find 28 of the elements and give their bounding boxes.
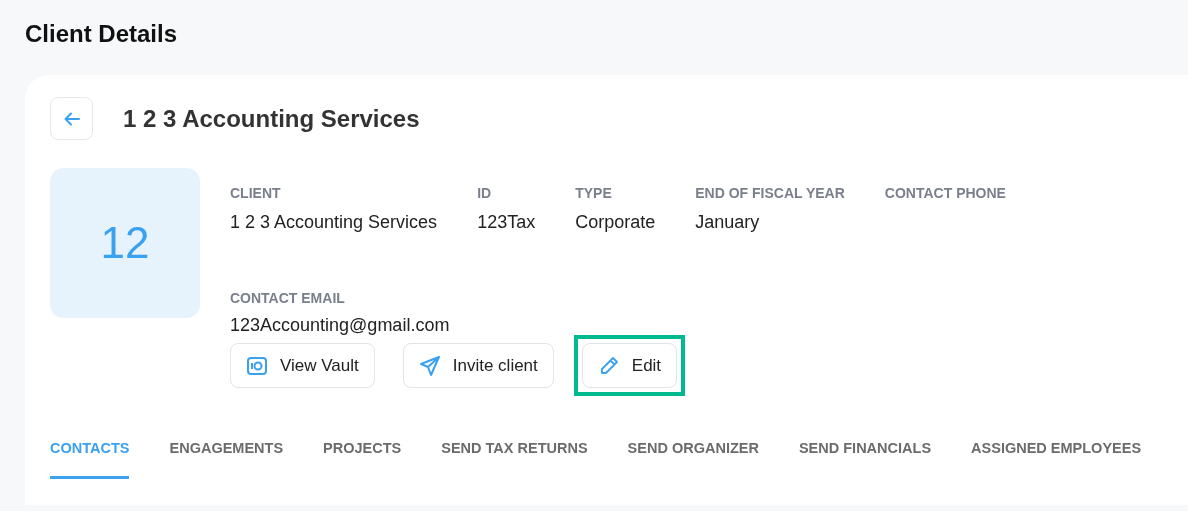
client-name-heading: 1 2 3 Accounting Services (123, 103, 420, 134)
field-label: TYPE (575, 185, 613, 201)
field-value: 1 2 3 Accounting Services (230, 211, 438, 233)
field-value: 123Tax (477, 211, 536, 233)
view-vault-button[interactable]: View Vault (230, 343, 375, 388)
vault-icon (246, 354, 268, 377)
avatar-tile: 12 (50, 168, 200, 318)
field-label: CONTACT EMAIL (230, 290, 346, 306)
field-label: CLIENT (230, 185, 282, 201)
send-icon (418, 354, 441, 377)
tab[interactable]: ENGAGEMENTS (169, 438, 284, 479)
back-arrow-icon (63, 111, 80, 126)
field-label: END OF FISCAL YEAR (695, 185, 845, 201)
page-title: Client Details (24, 19, 179, 49)
tab[interactable]: PROJECTS (323, 438, 402, 479)
field-value: 123Accounting@gmail.com (230, 314, 451, 336)
tab[interactable]: SEND ORGANIZER (627, 438, 759, 479)
back-button[interactable] (50, 97, 93, 140)
tab[interactable]: SEND FINANCIALS (798, 438, 932, 479)
tab[interactable]: CONTACTS (50, 438, 130, 479)
field-label: CONTACT PHONE (884, 185, 1006, 201)
field-value: January (695, 211, 761, 233)
edit-button[interactable]: Edit (581, 343, 678, 388)
field-value: Corporate (575, 211, 656, 233)
tab[interactable]: ASSIGNED EMPLOYEES (971, 438, 1142, 479)
tab[interactable]: SEND TAX RETURNS (441, 438, 588, 479)
field-label: ID (477, 185, 493, 201)
invite-client-button[interactable]: Invite client (402, 343, 554, 388)
